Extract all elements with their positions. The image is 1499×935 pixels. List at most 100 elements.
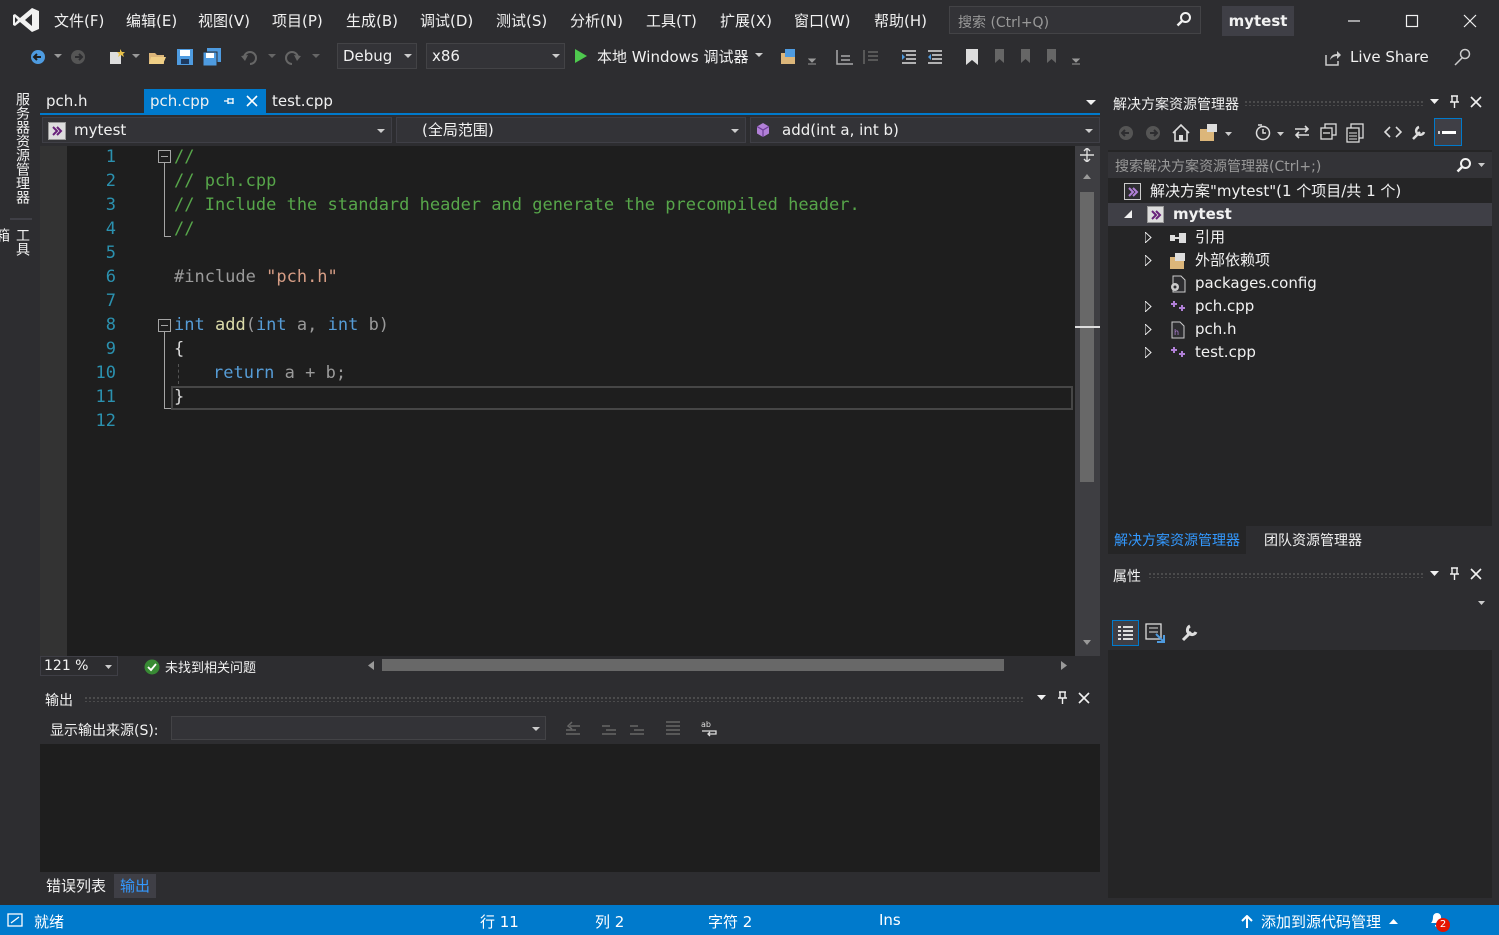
- zoom-select[interactable]: 121 %: [40, 656, 118, 676]
- expanded-arrow-icon[interactable]: [1124, 210, 1133, 219]
- menu-file[interactable]: 文件(F): [54, 10, 104, 31]
- redo-icon[interactable]: [284, 48, 302, 66]
- minimize-button[interactable]: [1325, 0, 1383, 40]
- scroll-up-icon[interactable]: [1083, 174, 1091, 179]
- issues-indicator[interactable]: 未找到相关问题: [144, 657, 256, 676]
- solution-configuration-select[interactable]: Debug: [337, 43, 417, 69]
- chevron-down-icon[interactable]: [1478, 163, 1485, 168]
- chevron-down-icon[interactable]: [132, 54, 140, 60]
- open-file-icon[interactable]: [148, 48, 166, 66]
- chevron-down-icon[interactable]: [312, 54, 320, 60]
- uncomment-lines-icon[interactable]: [926, 48, 944, 66]
- previous-bookmark-icon[interactable]: [992, 48, 1010, 66]
- collapsed-arrow-icon[interactable]: [1145, 232, 1152, 243]
- scroll-down-icon[interactable]: [1083, 640, 1091, 645]
- pin-icon[interactable]: [1449, 567, 1460, 581]
- tab-solution-explorer[interactable]: 解决方案资源管理器: [1108, 526, 1246, 554]
- start-debugging-button[interactable]: 本地 Windows 调试器: [574, 44, 763, 68]
- panel-options-icon[interactable]: [1430, 99, 1439, 105]
- clear-all-icon[interactable]: [664, 720, 682, 736]
- switch-views-icon[interactable]: [1199, 123, 1221, 143]
- comment-lines-icon[interactable]: [900, 48, 918, 66]
- vertical-scrollbar[interactable]: [1075, 146, 1100, 656]
- tab-output[interactable]: 输出: [114, 874, 157, 898]
- close-icon[interactable]: [1470, 568, 1482, 580]
- menu-analyze[interactable]: 分析(N): [570, 10, 623, 31]
- properties-wrench-icon[interactable]: [1410, 123, 1428, 141]
- menu-build[interactable]: 生成(B): [346, 10, 398, 31]
- browse-icon[interactable]: [780, 48, 798, 66]
- next-bookmark-icon[interactable]: [1018, 48, 1036, 66]
- properties-grid[interactable]: [1108, 650, 1492, 898]
- maximize-button[interactable]: [1383, 0, 1441, 40]
- type-scope-select[interactable]: (全局范围): [396, 117, 746, 143]
- collapse-outline-toggle[interactable]: [158, 150, 171, 163]
- notifications-button[interactable]: 2: [1428, 910, 1450, 932]
- word-wrap-icon[interactable]: ab: [700, 719, 720, 737]
- visual-studio-logo-icon[interactable]: [12, 7, 40, 33]
- menu-test[interactable]: 测试(S): [496, 10, 547, 31]
- find-message-icon[interactable]: [564, 720, 582, 736]
- menu-edit[interactable]: 编辑(E): [126, 10, 177, 31]
- preview-selected-items-button[interactable]: [1434, 118, 1462, 146]
- previous-message-icon[interactable]: [600, 720, 618, 736]
- collapse-outline-toggle[interactable]: [158, 319, 171, 332]
- new-project-icon[interactable]: [108, 48, 126, 66]
- feedback-icon[interactable]: [1454, 48, 1472, 66]
- tab-pch-cpp[interactable]: pch.cpp: [144, 89, 266, 113]
- tab-error-list[interactable]: 错误列表: [40, 874, 113, 898]
- chevron-down-icon[interactable]: [1277, 132, 1284, 137]
- menu-window[interactable]: 窗口(W): [794, 10, 851, 31]
- collapsed-arrow-icon[interactable]: [1145, 301, 1152, 312]
- menu-extensions[interactable]: 扩展(X): [720, 10, 772, 31]
- toolbar-overflow-icon[interactable]: [1072, 58, 1080, 66]
- indicator-margin[interactable]: [40, 146, 67, 656]
- pending-changes-icon[interactable]: [1254, 123, 1272, 141]
- view-code-icon[interactable]: [1384, 125, 1402, 139]
- tree-item-project[interactable]: mytest: [1108, 203, 1492, 226]
- tree-item-pch-cpp[interactable]: pch.cpp: [1108, 295, 1492, 318]
- collapsed-arrow-icon[interactable]: [1145, 347, 1152, 358]
- tree-item-references[interactable]: 引用: [1108, 226, 1492, 249]
- menu-tools[interactable]: 工具(T): [646, 10, 697, 31]
- close-icon[interactable]: [1078, 692, 1090, 704]
- outline-icon[interactable]: [862, 48, 880, 66]
- object-select[interactable]: [1108, 588, 1492, 616]
- close-window-button[interactable]: [1441, 0, 1499, 40]
- collapse-all-icon[interactable]: [1320, 123, 1338, 141]
- scrollbar-thumb[interactable]: [1080, 192, 1094, 482]
- clear-bookmarks-icon[interactable]: [1044, 48, 1062, 66]
- tree-item-pch-h[interactable]: h pch.h: [1108, 318, 1492, 341]
- server-explorer-tab[interactable]: 服务器资源管理器: [10, 88, 32, 216]
- home-icon[interactable]: [1171, 123, 1191, 143]
- panel-options-icon[interactable]: [1037, 695, 1046, 701]
- tree-item-solution[interactable]: 解决方案"mytest"(1 个项目/共 1 个): [1108, 180, 1492, 203]
- step-icon[interactable]: [836, 48, 854, 66]
- property-pages-wrench-icon[interactable]: [1180, 622, 1200, 642]
- project-scope-select[interactable]: mytest: [42, 117, 392, 143]
- menu-view[interactable]: 视图(V): [198, 10, 250, 31]
- chevron-down-icon[interactable]: [54, 54, 62, 60]
- add-to-source-control-button[interactable]: 添加到源代码管理: [1241, 911, 1399, 932]
- undo-icon[interactable]: [240, 48, 258, 66]
- navigate-forward-icon[interactable]: [70, 49, 86, 65]
- alphabetical-icon[interactable]: [1144, 622, 1166, 644]
- tab-list-dropdown-icon[interactable]: [1086, 100, 1096, 106]
- categorized-button[interactable]: [1112, 620, 1139, 646]
- member-scope-select[interactable]: add(int a, int b): [750, 117, 1100, 143]
- menu-help[interactable]: 帮助(H): [874, 10, 927, 31]
- close-icon[interactable]: [1470, 96, 1482, 108]
- back-icon[interactable]: [1118, 125, 1134, 141]
- close-tab-icon[interactable]: [246, 95, 258, 107]
- menu-project[interactable]: 项目(P): [272, 10, 323, 31]
- solution-platform-select[interactable]: x86: [426, 43, 565, 69]
- chevron-down-icon[interactable]: [808, 58, 816, 66]
- forward-icon[interactable]: [1145, 125, 1161, 141]
- tab-test-cpp[interactable]: test.cpp: [266, 89, 366, 113]
- collapsed-arrow-icon[interactable]: [1145, 324, 1152, 335]
- tree-item-external-deps[interactable]: 外部依赖项: [1108, 249, 1492, 272]
- chevron-down-icon[interactable]: [268, 54, 276, 60]
- pin-tab-icon[interactable]: [223, 95, 235, 107]
- tree-item-test-cpp[interactable]: test.cpp: [1108, 341, 1492, 364]
- bookmark-icon[interactable]: [964, 48, 980, 66]
